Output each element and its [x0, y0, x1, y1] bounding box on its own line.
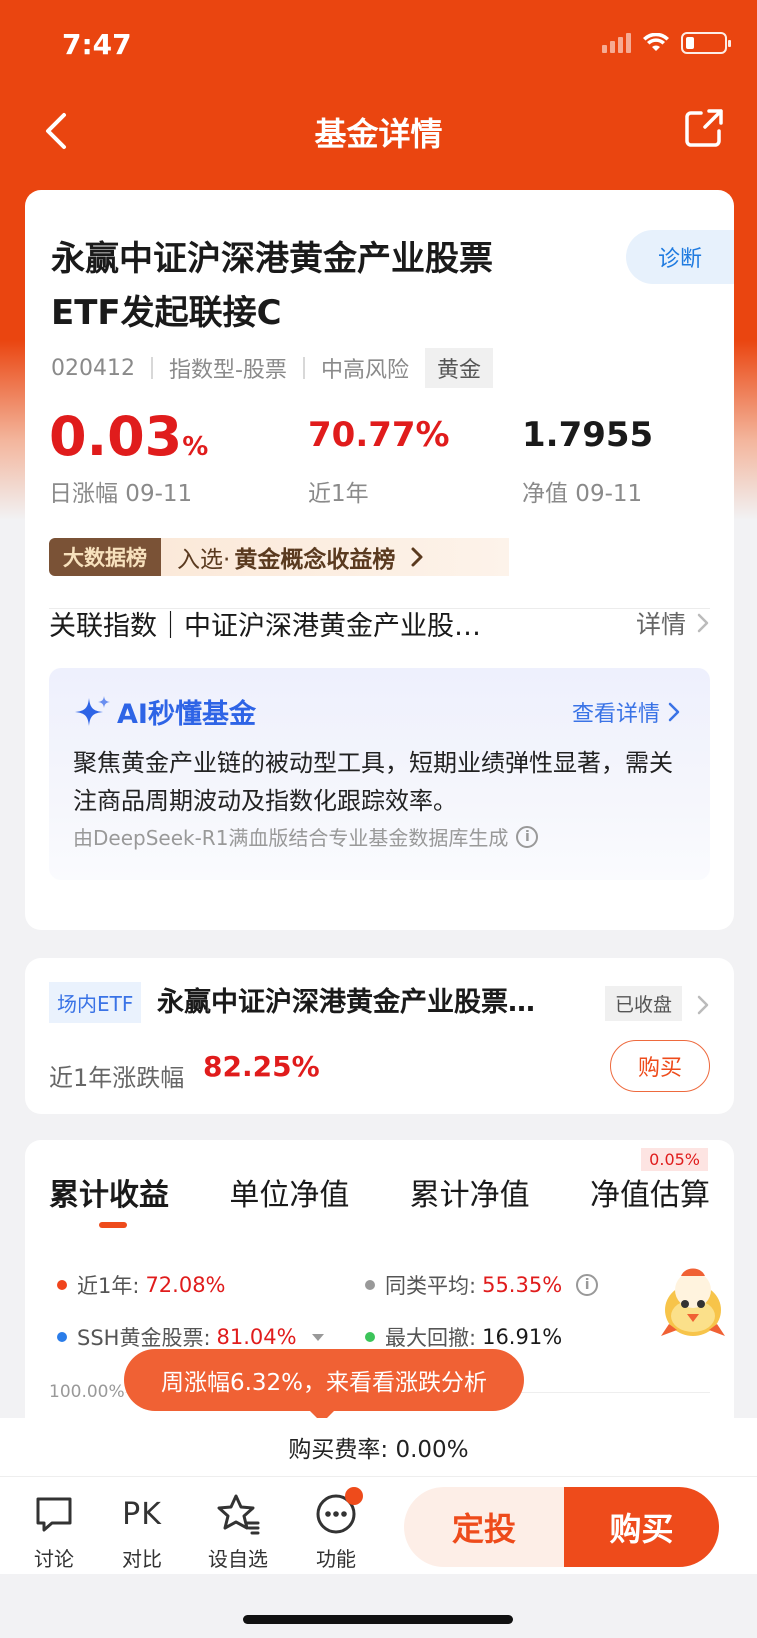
bigdata-ranking-banner[interactable]: 大数据榜 入选· 黄金概念收益榜 [49, 538, 509, 576]
nav-bar: 基金详情 [0, 95, 757, 167]
mascot-icon[interactable] [655, 1264, 735, 1344]
wifi-icon [643, 33, 669, 51]
watchlist-label: 设自选 [208, 1547, 268, 1571]
cellular-signal-icon [602, 33, 631, 53]
fund-name-line2: ETF发起联接C [51, 293, 282, 333]
tab-nav-estimate[interactable]: 净值估算 [590, 1170, 710, 1234]
functions-button[interactable]: 功能 [296, 1487, 376, 1572]
year-return-label: 近1年 [308, 481, 369, 507]
etf-name: 永赢中证沪深港黄金产业股票… [157, 987, 535, 1018]
y-axis-label: 100.00% [49, 1382, 125, 1402]
legend-dot [365, 1332, 375, 1342]
pk-icon: PK [122, 1496, 162, 1532]
fund-name: 永赢中证沪深港黄金产业股票 ETF发起联接C [51, 232, 591, 340]
legend-dot [57, 1332, 67, 1342]
chevron-right-icon [697, 995, 709, 1015]
star-icon [217, 1494, 260, 1535]
info-icon[interactable]: i [516, 825, 539, 848]
ai-summary-text: 聚焦黄金产业链的被动型工具，短期业绩弹性显著，需关注商品周期波动及指数化跟踪效率… [73, 749, 673, 815]
discuss-label: 讨论 [34, 1547, 74, 1571]
compare-button[interactable]: PK 对比 [102, 1491, 182, 1572]
ai-summary-box: AI秒懂基金 查看详情 聚焦黄金产业链的被动型工具，短期业绩弹性显著，需关注商品… [49, 668, 710, 880]
auto-invest-button[interactable]: 定投 [404, 1487, 564, 1567]
page-title: 基金详情 [314, 115, 443, 153]
ai-footer: 由DeepSeek-R1满血版结合专业基金数据库生成 i [73, 822, 539, 851]
chart-tabs: 累计收益 单位净值 累计净值 净值估算 [49, 1170, 710, 1234]
battery-icon [681, 32, 731, 54]
divider [150, 357, 153, 379]
fund-tag: 黄金 [424, 348, 493, 388]
daily-change-stat: 0.03% 日涨幅 09-11 [49, 410, 208, 508]
share-icon[interactable] [681, 105, 727, 151]
year-return-stat: 70.77% 近1年 [308, 418, 450, 508]
chat-bubble-icon [36, 1497, 72, 1532]
etf-year-change-label: 近1年涨跌幅 [49, 1064, 185, 1092]
etf-buy-button[interactable]: 购买 [610, 1040, 710, 1092]
sparkle-icon [75, 695, 110, 726]
market-status-badge: 已收盘 [604, 986, 682, 1021]
estimate-badge: 0.05% [641, 1148, 708, 1171]
legend-dot [365, 1280, 375, 1290]
bigdata-badge: 大数据榜 [49, 538, 161, 576]
chevron-right-icon [668, 702, 680, 722]
bigdata-text: 入选· 黄金概念收益榜 [161, 538, 509, 576]
legend-item: 同类平均: 55.35% i [365, 1270, 599, 1300]
chevron-right-icon [411, 547, 423, 567]
legend-item[interactable]: SSH黄金股票: 81.04% [57, 1322, 325, 1352]
year-return-value: 70.77% [308, 415, 450, 455]
status-time: 7:47 [62, 28, 132, 61]
legend-dot [57, 1280, 67, 1290]
related-index-label: 关联指数｜中证沪深港黄金产业股… [49, 610, 481, 642]
diagnose-button[interactable]: 诊断 [626, 230, 734, 284]
fund-meta: 020412 指数型-股票 中高风险 黄金 [51, 348, 493, 388]
nav-label: 净值 09-11 [522, 481, 643, 507]
daily-change-label: 日涨幅 09-11 [49, 481, 193, 507]
home-indicator[interactable] [243, 1615, 513, 1624]
bottom-toolbar: 讨论 PK 对比 设自选 功能 定投 购买 [0, 1476, 757, 1574]
home-area [0, 1574, 757, 1638]
nav-value: 1.7955 [522, 415, 654, 455]
info-icon[interactable]: i [576, 1274, 599, 1296]
tab-unit-nav[interactable]: 单位净值 [229, 1170, 349, 1234]
ai-detail-link[interactable]: 查看详情 [572, 696, 680, 728]
fund-code: 020412 [51, 355, 135, 381]
divider [302, 357, 305, 379]
active-tab-indicator [99, 1222, 127, 1228]
compare-label: 对比 [122, 1547, 162, 1571]
tab-cumulative-nav[interactable]: 累计净值 [410, 1170, 530, 1234]
related-index-row[interactable]: 关联指数｜中证沪深港黄金产业股… 详情 [49, 590, 710, 656]
daily-change-value: 0.03% [49, 405, 209, 468]
notification-dot [345, 1487, 363, 1505]
purchase-fee: 购买费率: 0.00% [0, 1418, 757, 1476]
add-watchlist-button[interactable]: 设自选 [198, 1491, 278, 1572]
status-bar: 7:47 [0, 0, 757, 90]
buy-button[interactable]: 购买 [564, 1487, 719, 1567]
legend-item: 最大回撤: 16.91% [365, 1322, 562, 1352]
etf-tag: 场内ETF [49, 982, 142, 1023]
fund-summary-card: 永赢中证沪深港黄金产业股票 ETF发起联接C 诊断 020412 指数型-股票 … [25, 190, 734, 930]
legend-item: 近1年: 72.08% [57, 1270, 226, 1300]
discuss-button[interactable]: 讨论 [14, 1491, 94, 1572]
ai-title: AI秒懂基金 [73, 692, 256, 731]
chevron-right-icon [697, 613, 709, 633]
related-index-detail[interactable]: 详情 [636, 605, 710, 641]
etf-year-change-value: 82.25% [203, 1050, 320, 1083]
fund-type: 指数型-股票 [168, 358, 287, 383]
fund-name-line1: 永赢中证沪深港黄金产业股票 [51, 239, 493, 279]
fund-risk: 中高风险 [320, 358, 409, 383]
etf-card[interactable]: 场内ETF 永赢中证沪深港黄金产业股票… 已收盘 近1年涨跌幅 82.25% 购… [25, 958, 734, 1114]
status-icons [602, 32, 731, 54]
dropdown-icon[interactable] [311, 1332, 325, 1342]
weekly-change-toast[interactable]: 周涨幅6.32%，来看看涨跌分析 [124, 1349, 524, 1423]
functions-label: 功能 [316, 1547, 356, 1571]
nav-stat: 1.7955 净值 09-11 [522, 418, 653, 508]
